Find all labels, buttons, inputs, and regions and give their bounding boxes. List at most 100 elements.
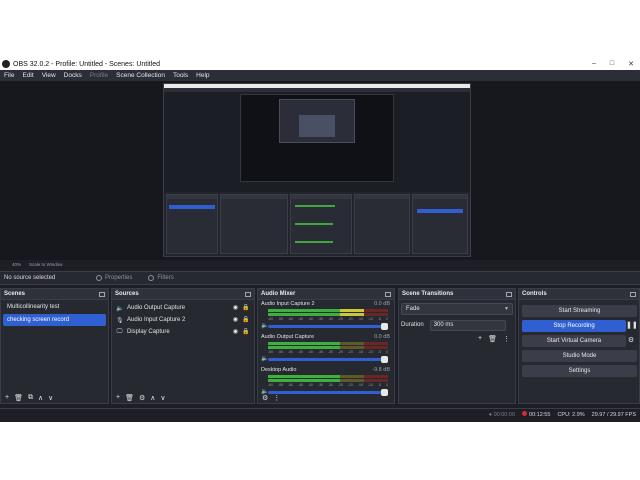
speaker-icon: 🔈 <box>116 305 124 312</box>
scale-tick: -35 <box>317 317 323 321</box>
program-preview[interactable] <box>163 83 471 257</box>
source-item[interactable]: 🖵 Display Capture ◉ 🔒 <box>112 326 254 338</box>
scale-tick: -20 <box>347 350 353 354</box>
more-icon[interactable]: ⋮ <box>273 394 280 402</box>
scale-tick: -60 <box>268 350 274 354</box>
stream-status: ● 00:00:00 <box>488 411 516 418</box>
menu-docks[interactable]: Docks <box>60 72 86 79</box>
scale-tick: -20 <box>347 383 353 387</box>
properties-button[interactable]: Properties <box>90 273 138 283</box>
add-source-button[interactable]: + <box>116 394 120 401</box>
mixer-toolbar: ⚙ ⋮ <box>258 392 394 403</box>
popout-icon[interactable] <box>245 291 251 297</box>
scale-tick: -5 <box>377 317 381 321</box>
meter-scale: -60 -55 -50 -45 -40 -35 -30 -25 -20 -15 -10 -5 0 <box>268 350 388 354</box>
source-toolbar: No source selected Properties Filters <box>0 271 640 285</box>
sources-title: Sources <box>115 291 139 297</box>
popout-icon[interactable] <box>385 291 391 297</box>
menu-tools[interactable]: Tools <box>169 72 192 79</box>
menu-help[interactable]: Help <box>192 72 213 79</box>
filter-icon <box>148 275 155 281</box>
menu-view[interactable]: View <box>38 72 60 79</box>
mixer-channel: Audio Input Capture 2 0.0 dB -60 -55 -50 -4… <box>258 300 394 333</box>
menu-scene-collection[interactable]: Scene Collection <box>112 72 169 79</box>
preview-recursive-transitions <box>354 194 410 254</box>
preview-recursive-docks <box>164 192 470 256</box>
maximize-button[interactable]: □ <box>610 60 614 68</box>
move-up-icon[interactable]: ∧ <box>38 394 43 402</box>
scale-tick: -50 <box>287 383 294 387</box>
transition-tools: + 🗑 ⋮ <box>478 335 510 343</box>
screen: OBS 32.0.2 - Profile: Untitled - Scenes:… <box>0 0 640 480</box>
channel-name: Audio Input Capture 2 <box>261 301 315 307</box>
source-item[interactable]: 🔈 Audio Output Capture ◉ 🔒 <box>112 302 254 314</box>
menu-file[interactable]: File <box>0 72 18 79</box>
scale-tick: -10 <box>367 317 373 321</box>
zoom-mode[interactable]: Scale to Window <box>29 262 63 267</box>
scenes-dock: Scenes Multicollinearity test checking s… <box>0 288 109 404</box>
slider-handle[interactable] <box>381 323 388 330</box>
duration-input[interactable]: 300 ms <box>429 319 506 331</box>
lock-icon[interactable]: 🔒 <box>242 329 249 336</box>
channel-db: 0.0 dB <box>374 301 390 307</box>
scale-tick: -5 <box>377 350 381 354</box>
gear-icon[interactable]: ⚙ <box>626 335 636 347</box>
obs-logo-icon <box>2 60 10 68</box>
scenes-toolbar: + 🗑 ⧉ ∧ ∨ <box>1 392 108 403</box>
gear-icon[interactable]: ⚙ <box>139 394 145 402</box>
close-button[interactable]: ✕ <box>628 60 634 68</box>
transition-select[interactable]: Fade ▼ <box>401 303 513 315</box>
add-scene-button[interactable]: + <box>5 394 9 401</box>
meter-fill <box>268 313 343 316</box>
eye-icon[interactable]: ◉ <box>232 305 239 312</box>
move-down-icon[interactable]: ∨ <box>160 394 165 402</box>
gear-icon[interactable]: ⚙ <box>262 394 268 402</box>
scene-item-selected[interactable]: checking screen record <box>3 314 106 326</box>
pause-icon[interactable]: ❚❚ <box>626 320 638 332</box>
add-transition-button[interactable]: + <box>478 335 482 343</box>
preview-recursive-canvas <box>240 94 394 182</box>
slider-handle[interactable] <box>381 356 388 363</box>
sources-dock: Sources 🔈 Audio Output Capture ◉ 🔒 🎙 Audi… <box>111 288 255 404</box>
recording-status: 00:12:55 <box>522 411 550 418</box>
trash-icon[interactable]: 🗑 <box>488 335 497 343</box>
source-item[interactable]: 🎙 Audio Input Capture 2 ◉ 🔒 <box>112 314 254 326</box>
volume-slider[interactable] <box>268 323 388 330</box>
scale-tick: -60 <box>268 383 274 387</box>
start-virtual-camera-button[interactable]: Start Virtual Camera <box>522 335 626 347</box>
start-streaming-button[interactable]: Start Streaming <box>522 305 637 317</box>
preview-recursive-scenes <box>166 194 218 254</box>
popout-icon[interactable] <box>630 291 636 297</box>
scene-transitions-dock: Scene Transitions Fade ▼ Duration 300 ms … <box>398 288 516 404</box>
trash-icon[interactable]: 🗑 <box>14 394 23 402</box>
menu-edit[interactable]: Edit <box>18 72 37 79</box>
menu-profile[interactable]: Profile <box>86 72 112 79</box>
zoom-percent[interactable]: 40% <box>12 262 21 267</box>
no-source-label: No source selected <box>4 275 56 281</box>
more-icon[interactable]: ⋮ <box>503 335 510 343</box>
minimize-button[interactable]: – <box>592 60 596 68</box>
eye-icon[interactable]: ◉ <box>232 317 239 324</box>
settings-button[interactable]: Settings <box>522 365 637 377</box>
duration-row: Duration 300 ms <box>401 319 513 331</box>
studio-mode-button[interactable]: Studio Mode <box>522 350 637 362</box>
stop-recording-button[interactable]: Stop Recording <box>522 320 626 332</box>
filters-button[interactable]: Filters <box>142 273 179 283</box>
filter-scene-icon[interactable]: ⧉ <box>28 394 33 402</box>
eye-icon[interactable]: ◉ <box>232 329 239 336</box>
zoom-bar: 40% Scale to Window <box>0 260 640 268</box>
lock-icon[interactable]: 🔒 <box>242 317 249 324</box>
scene-item[interactable]: Multicollinearity test <box>3 301 106 313</box>
obs-main: 40% Scale to Window No source selected P… <box>0 81 640 422</box>
volume-slider[interactable] <box>268 356 388 363</box>
popout-icon[interactable] <box>99 291 105 297</box>
popout-icon[interactable] <box>506 291 512 297</box>
controls-dock-header: Controls <box>519 289 639 300</box>
lock-icon[interactable]: 🔒 <box>242 305 249 312</box>
move-up-icon[interactable]: ∧ <box>150 394 155 402</box>
move-down-icon[interactable]: ∨ <box>48 394 53 402</box>
controls-title: Controls <box>522 291 547 297</box>
stream-time: 00:00:00 <box>493 411 516 418</box>
duration-value: 300 ms <box>433 322 454 328</box>
trash-icon[interactable]: 🗑 <box>125 394 134 402</box>
